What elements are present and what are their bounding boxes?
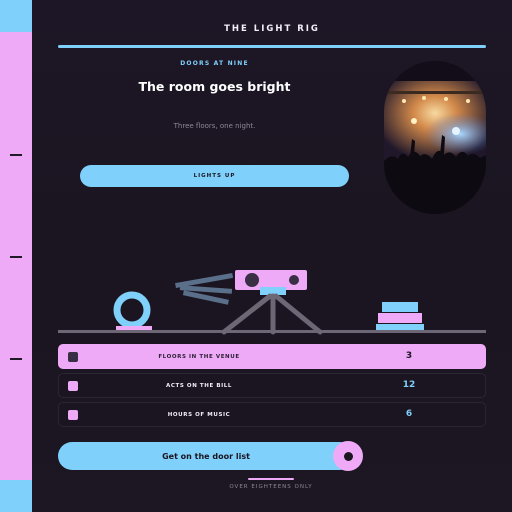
rail-tick [10,154,22,156]
rail-bottom-block [0,480,32,512]
door-knob-icon [333,441,363,471]
stage-illustration [58,270,486,335]
footer-divider [248,478,294,480]
stat-value: 12 [402,380,416,390]
rail-tick [10,256,22,258]
side-rail [0,0,32,512]
door-list-button[interactable]: Get on the door list [58,442,354,470]
stat-value: 6 [405,409,413,419]
checkbox-icon [68,381,78,391]
stat-label: ACTS ON THE BILL [166,383,232,389]
stat-label: HOURS OF MUSIC [167,412,231,418]
rail-tick [10,358,22,360]
stat-label: FLOORS IN THE VENUE [158,354,240,360]
hero-subline: Three floors, one night. [173,122,256,130]
checkbox-icon [68,410,78,420]
stage-floor [58,330,486,333]
footer-note: OVER EIGHTEENS ONLY [229,484,313,490]
stat-row-floors[interactable]: FLOORS IN THE VENUE 3 [58,344,486,369]
stat-row-hours[interactable]: HOURS OF MUSIC 6 [58,402,486,427]
tripod-icon [221,293,323,335]
hero-headline: The room goes bright [138,79,291,94]
checkbox-icon [68,352,78,362]
rail-top-block [0,0,32,32]
brand-title: THE LIGHT RIG [224,24,320,34]
projector-icon [175,270,307,305]
lights-up-button[interactable]: LIGHTS UP [80,165,349,187]
stacked-books-icon [376,302,424,333]
stat-value: 3 [405,351,413,361]
header-divider [58,45,486,48]
hero-kicker: DOORS AT NINE [180,60,249,67]
ring-icon [113,291,152,332]
stats-list: FLOORS IN THE VENUE 3 ACTS ON THE BILL 1… [58,344,486,431]
concert-crowd-photo [384,61,486,214]
stat-row-acts[interactable]: ACTS ON THE BILL 12 [58,373,486,398]
main-panel: THE LIGHT RIG DOORS AT NINE The room goe… [32,0,512,512]
